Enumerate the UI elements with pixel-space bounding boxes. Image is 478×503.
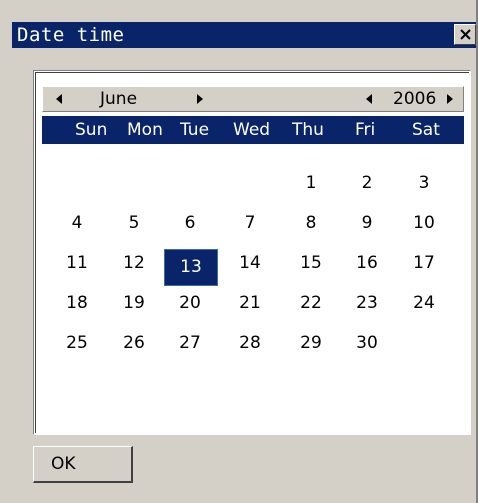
day-cell[interactable]: 12 [116, 251, 152, 275]
month-label[interactable]: June [100, 89, 137, 109]
weekday-label: Thu [292, 120, 324, 140]
close-button[interactable] [454, 24, 476, 45]
day-cell[interactable]: 14 [232, 251, 268, 275]
day-cell[interactable]: 1 [293, 171, 329, 195]
day-cell[interactable]: 20 [172, 291, 208, 315]
day-cell[interactable]: 29 [293, 331, 329, 355]
day-cell[interactable]: 26 [116, 331, 152, 355]
day-cell[interactable]: 8 [293, 211, 329, 235]
day-cell[interactable]: 23 [349, 291, 385, 315]
day-cell[interactable]: 28 [232, 331, 268, 355]
weekday-label: Sat [412, 120, 440, 140]
day-cell[interactable]: 17 [406, 251, 442, 275]
day-cell[interactable]: 10 [406, 211, 442, 235]
window-title: Date time [17, 24, 125, 46]
ok-button[interactable]: OK [33, 446, 133, 483]
close-icon [460, 29, 471, 40]
day-cell[interactable]: 24 [406, 291, 442, 315]
day-cell[interactable]: 4 [59, 211, 95, 235]
next-month-icon[interactable] [197, 94, 203, 104]
day-cell[interactable]: 9 [349, 211, 385, 235]
weekday-label: Tue [180, 120, 210, 140]
day-cell[interactable]: 27 [172, 331, 208, 355]
day-cell[interactable]: 6 [172, 211, 208, 235]
previous-year-icon[interactable] [366, 94, 372, 104]
weekday-label: Fri [355, 120, 376, 140]
year-label[interactable]: 2006 [393, 89, 436, 109]
day-cell[interactable]: 19 [116, 291, 152, 315]
day-cell[interactable]: 15 [293, 251, 329, 275]
day-cell[interactable]: 21 [232, 291, 268, 315]
day-cell[interactable]: 22 [293, 291, 329, 315]
day-cell[interactable]: 18 [59, 291, 95, 315]
day-cell[interactable]: 2 [349, 171, 385, 195]
weekday-label: Mon [127, 120, 163, 140]
day-cell[interactable]: 25 [59, 331, 95, 355]
date-time-dialog: Date time June 2006 Sun Mon Tue Wed Thu [0, 0, 478, 503]
title-bar[interactable]: Date time [12, 22, 476, 48]
day-cell[interactable]: 16 [349, 251, 385, 275]
weekday-header: Sun Mon Tue Wed Thu Fri Sat [42, 116, 464, 144]
previous-month-icon[interactable] [56, 94, 62, 104]
day-cell[interactable]: 7 [232, 211, 268, 235]
day-cell[interactable]: 5 [116, 211, 152, 235]
day-cell[interactable]: 11 [59, 251, 95, 275]
next-year-icon[interactable] [447, 94, 453, 104]
calendar-navigation: June 2006 [42, 86, 464, 112]
weekday-label: Wed [233, 120, 271, 140]
selected-day-cell[interactable]: 13 [164, 249, 218, 286]
day-cell[interactable]: 30 [349, 331, 385, 355]
ok-button-label: OK [51, 454, 76, 474]
calendar-panel: June 2006 Sun Mon Tue Wed Thu Fri Sat 1 … [33, 70, 471, 435]
weekday-label: Sun [75, 120, 108, 140]
day-cell[interactable]: 3 [406, 171, 442, 195]
